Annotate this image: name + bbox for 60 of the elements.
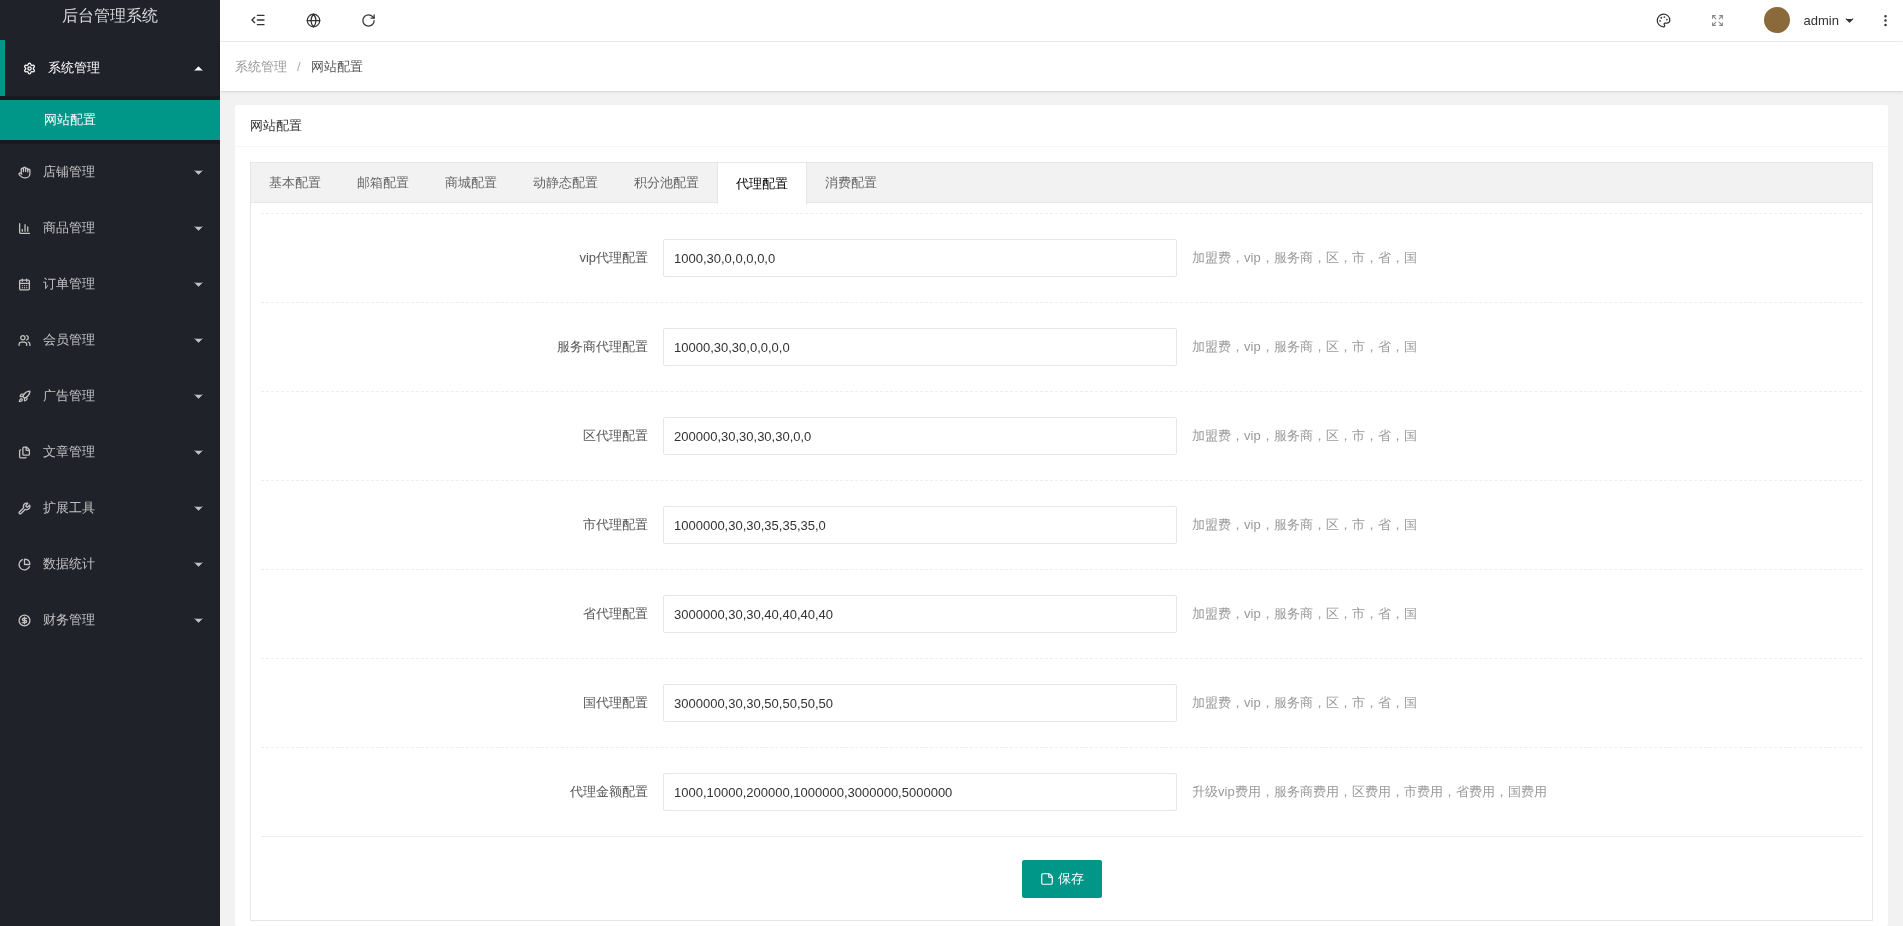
sidebar-menu-item[interactable]: 订单管理: [0, 256, 220, 312]
field-hint: 加盟费，vip，服务商，区，市，省，国: [1192, 249, 1417, 268]
sidebar-menu-item[interactable]: 商品管理: [0, 200, 220, 256]
calendar-icon: [18, 277, 31, 291]
field-hint: 加盟费，vip，服务商，区，市，省，国: [1192, 516, 1417, 535]
field-hint: 升级vip费用，服务商费用，区费用，市费用，省费用，国费用: [1192, 783, 1547, 802]
tab[interactable]: 邮箱配置: [339, 163, 427, 202]
sidebar-menu-item[interactable]: 文章管理: [0, 424, 220, 480]
field-label: 省代理配置: [582, 605, 649, 624]
sidebar-menu-item[interactable]: 扩展工具: [0, 480, 220, 536]
field-label: 区代理配置: [582, 427, 649, 446]
input-field[interactable]: 1000,30,0,0,0,0,0: [663, 239, 1177, 277]
sidebar-menu-item[interactable]: 财务管理: [0, 592, 220, 648]
breadcrumb-separator: /: [297, 57, 301, 76]
tab[interactable]: 消费配置: [807, 163, 895, 202]
app-title: 后台管理系统: [62, 6, 158, 26]
input-field[interactable]: 1000,10000,200000,1000000,3000000,5000000: [663, 773, 1177, 811]
field-hint: 加盟费，vip，服务商，区，市，省，国: [1192, 605, 1417, 624]
field-hint: 加盟费，vip，服务商，区，市，省，国: [1192, 338, 1417, 357]
field-label: 市代理配置: [582, 516, 649, 535]
user-menu[interactable]: admin: [1803, 10, 1856, 30]
input-field[interactable]: 3000000,30,30,40,40,40,40: [663, 595, 1177, 633]
field-hint: 加盟费，vip，服务商，区，市，省，国: [1192, 694, 1417, 713]
card-title: 网站配置: [250, 116, 302, 135]
pie-chart-icon: [18, 557, 31, 571]
input-field[interactable]: 3000000,30,30,50,50,50,50: [663, 684, 1177, 722]
input-field[interactable]: 1000000,30,30,35,35,35,0: [663, 506, 1177, 544]
hand-icon: [18, 165, 31, 179]
field-label: 代理金额配置: [569, 783, 649, 802]
input-field[interactable]: 10000,30,30,0,0,0,0: [663, 328, 1177, 366]
tab[interactable]: 基本配置: [251, 163, 339, 202]
wrench-icon: [18, 501, 31, 515]
palette-icon[interactable]: [1655, 12, 1671, 28]
tab[interactable]: 积分池配置: [616, 163, 717, 202]
files-icon: [18, 445, 31, 459]
field-label: vip代理配置: [578, 249, 649, 268]
coin-icon: [18, 613, 31, 627]
avatar[interactable]: [1763, 7, 1790, 34]
field-label: 服务商代理配置: [556, 338, 649, 357]
field-label: 国代理配置: [582, 694, 649, 713]
fullscreen-icon[interactable]: [1710, 13, 1724, 27]
users-icon: [18, 333, 31, 347]
note-icon: [1039, 871, 1054, 886]
save-button[interactable]: 保存: [1021, 859, 1102, 898]
sidebar-menu-item[interactable]: 广告管理: [0, 368, 220, 424]
bar-chart-icon: [18, 221, 31, 235]
tab[interactable]: 商城配置: [427, 163, 515, 202]
rocket-icon: [18, 389, 31, 403]
sidebar-submenu-item[interactable]: 网站配置: [0, 100, 220, 140]
refresh-icon[interactable]: [361, 12, 376, 28]
sidebar-menu-item[interactable]: 店铺管理: [0, 144, 220, 200]
breadcrumb-item: 网站配置: [310, 57, 363, 76]
globe-icon[interactable]: [306, 12, 321, 28]
sidebar-menu-item[interactable]: 数据统计: [0, 536, 220, 592]
field-hint: 加盟费，vip，服务商，区，市，省，国: [1192, 427, 1417, 446]
tab[interactable]: 代理配置: [717, 163, 807, 204]
tab[interactable]: 动静态配置: [515, 163, 616, 202]
input-field[interactable]: 200000,30,30,30,30,0,0: [663, 417, 1177, 455]
gear-icon: [23, 61, 36, 75]
sidebar-menu-item[interactable]: 会员管理: [0, 312, 220, 368]
